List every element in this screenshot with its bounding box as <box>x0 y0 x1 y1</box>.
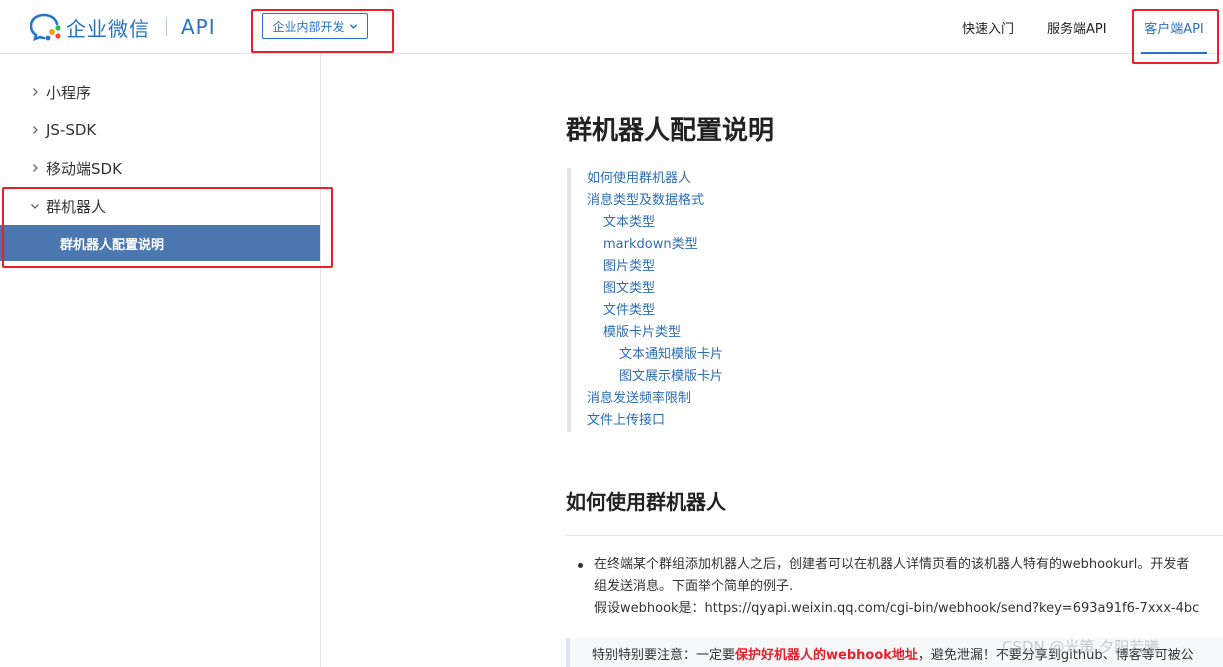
nav-server-api[interactable]: 服务端API <box>1047 0 1107 54</box>
note-highlight: 保护好机器人的webhook地址 <box>735 647 918 663</box>
paragraph: 在终端某个群组添加机器人之后，创建者可以在机器人详情页看的该机器人特有的webh… <box>594 554 1223 620</box>
paragraph-line: 组发送消息。下面举个简单的例子. <box>594 579 794 594</box>
toc-link[interactable]: 图文类型 <box>587 278 723 300</box>
sidebar-item-label: 小程序 <box>46 83 92 102</box>
dev-type-label: 企业内部开发 <box>272 19 345 34</box>
paragraph-line: 假设webhook是：https://qyapi.weixin.qq.com/c… <box>594 601 1200 616</box>
note-prefix: 特别特别要注意：一定要 <box>592 647 736 663</box>
paragraph-line: 在终端某个群组添加机器人之后，创建者可以在机器人详情页看的该机器人特有的webh… <box>594 557 1190 572</box>
logo-divider <box>166 18 167 36</box>
toc-link[interactable]: 消息发送频率限制 <box>587 388 723 410</box>
chevron-down-icon <box>31 204 39 209</box>
toc-link[interactable]: 如何使用群机器人 <box>587 168 723 190</box>
chevron-right-icon <box>33 164 38 172</box>
watermark: CSDN @光策 夕阳若曦 <box>1002 638 1160 656</box>
sidebar-item-group-robot[interactable]: 群机器人 <box>30 195 106 217</box>
chevron-right-icon <box>33 88 38 96</box>
nav-client-api[interactable]: 客户端API <box>1141 0 1207 54</box>
nav-quickstart[interactable]: 快速入门 <box>962 0 1014 54</box>
wecom-logo[interactable]: 企业微信 API <box>29 12 216 42</box>
nav-client-api-label: 客户端API <box>1144 21 1204 37</box>
sidebar-item-label: 移动端SDK <box>46 159 122 178</box>
logo-text: 企业微信 <box>66 16 150 41</box>
wecom-logo-icon <box>29 12 64 42</box>
chevron-right-icon <box>33 126 38 134</box>
toc-link[interactable]: 图文展示模版卡片 <box>587 366 723 388</box>
toc-link[interactable]: 文本类型 <box>587 212 723 234</box>
toc-link[interactable]: 文本通知模版卡片 <box>587 344 723 366</box>
sidebar-item-label: JS-SDK <box>46 121 97 139</box>
list-bullet <box>578 563 583 568</box>
toc-link[interactable]: markdown类型 <box>587 234 723 256</box>
main-content: 群机器人配置说明 如何使用群机器人 消息类型及数据格式 文本类型 markdow… <box>322 54 1223 667</box>
toc-link[interactable]: 消息类型及数据格式 <box>587 190 723 212</box>
sidebar-subitem-label: 群机器人配置说明 <box>60 237 165 253</box>
nav-quickstart-label: 快速入门 <box>962 21 1015 37</box>
toc-link[interactable]: 文件类型 <box>587 300 723 322</box>
page-title: 群机器人配置说明 <box>566 116 775 146</box>
toc-link[interactable]: 模版卡片类型 <box>587 322 723 344</box>
chevron-down-icon <box>349 23 357 29</box>
top-header: 企业微信 API 企业内部开发 快速入门 服务端API 客户端API <box>0 0 1223 54</box>
toc-link[interactable]: 文件上传接口 <box>587 410 723 432</box>
toc-link[interactable]: 图片类型 <box>587 256 723 278</box>
dev-type-dropdown[interactable]: 企业内部开发 <box>262 13 368 39</box>
section-divider <box>566 535 1223 536</box>
table-of-contents: 如何使用群机器人 消息类型及数据格式 文本类型 markdown类型 图片类型 … <box>567 168 723 432</box>
sidebar-item-jssdk[interactable]: JS-SDK <box>30 119 96 141</box>
sidebar-item-mobile-sdk[interactable]: 移动端SDK <box>30 157 122 179</box>
sidebar-subitem-robot-config[interactable]: 群机器人配置说明 <box>0 225 320 261</box>
logo-api-label: API <box>181 15 216 39</box>
section-title: 如何使用群机器人 <box>566 490 726 514</box>
sidebar-item-miniprogram[interactable]: 小程序 <box>30 81 91 103</box>
nav-server-api-label: 服务端API <box>1047 21 1107 37</box>
sidebar-item-label: 群机器人 <box>46 197 107 216</box>
sidebar: 小程序 JS-SDK 移动端SDK 群机器人 群机器人配置说明 <box>0 54 321 667</box>
